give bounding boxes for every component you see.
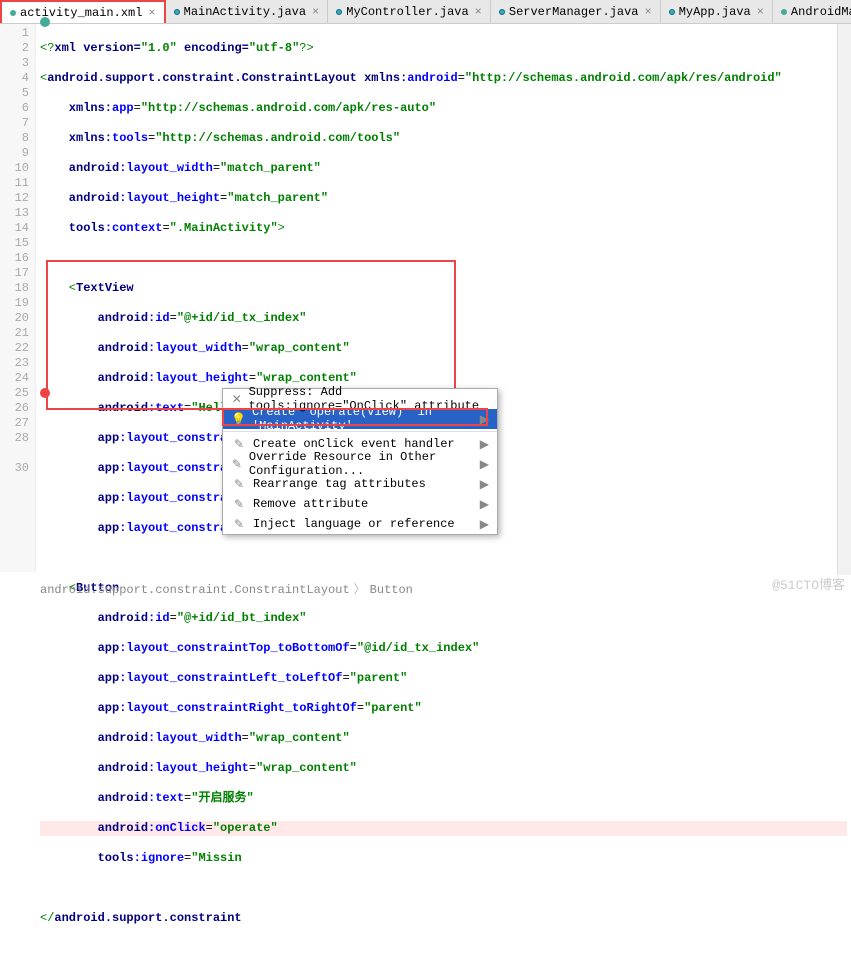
close-icon[interactable]: × xyxy=(757,5,764,19)
menu-create-operate[interactable]: 💡Create 'operate(View)' in 'MainActivity… xyxy=(223,409,497,429)
xml-icon xyxy=(781,9,787,15)
tab-manifest[interactable]: AndroidManifest.xml× xyxy=(773,0,851,23)
close-icon[interactable]: × xyxy=(312,5,319,19)
menu-inject-lang[interactable]: ✎Inject language or reference▶ xyxy=(223,514,497,534)
close-icon[interactable]: × xyxy=(645,5,652,19)
watermark: @51CTO博客 xyxy=(772,574,845,593)
wand-icon: ✎ xyxy=(231,517,247,532)
wand-icon: ✎ xyxy=(231,437,247,452)
chevron-right-icon: ▶ xyxy=(480,457,489,472)
close-icon[interactable]: × xyxy=(148,6,155,20)
java-icon xyxy=(669,9,675,15)
error-gutter-icon[interactable] xyxy=(40,388,50,398)
menu-remove-attr[interactable]: ✎Remove attribute▶ xyxy=(223,494,497,514)
chevron-right-icon: ▶ xyxy=(480,437,489,452)
tab-activity-main[interactable]: activity_main.xml× xyxy=(0,0,166,23)
java-icon xyxy=(336,9,342,15)
chevron-right-icon: ▶ xyxy=(480,412,489,427)
java-icon xyxy=(174,9,180,15)
line-gutter: 1234567891011121314151617181920212223242… xyxy=(0,24,36,572)
chevron-right-icon: ▶ xyxy=(480,477,489,492)
bulb-icon: 💡 xyxy=(231,412,246,427)
wand-icon: ✎ xyxy=(231,477,247,492)
menu-override-resource[interactable]: ✎Override Resource in Other Configuratio… xyxy=(223,454,497,474)
xml-icon xyxy=(10,10,16,16)
tab-servermanager[interactable]: ServerManager.java× xyxy=(491,0,661,23)
close-icon[interactable]: × xyxy=(475,5,482,19)
tab-mainactivity[interactable]: MainActivity.java× xyxy=(166,0,329,23)
tab-mycontroller[interactable]: MyController.java× xyxy=(328,0,491,23)
chevron-right-icon: ▶ xyxy=(480,497,489,512)
wand-icon: ✎ xyxy=(231,497,247,512)
close-icon: ✕ xyxy=(231,392,243,407)
chevron-right-icon: ▶ xyxy=(480,517,489,532)
tab-myapp[interactable]: MyApp.java× xyxy=(661,0,773,23)
intention-menu: ✕Suppress: Add tools:ignore="OnClick" at… xyxy=(222,388,498,535)
java-icon xyxy=(499,9,505,15)
vertical-scrollbar[interactable] xyxy=(837,24,851,575)
breadcrumb[interactable]: android.support.constraint.ConstraintLay… xyxy=(40,580,413,597)
wand-icon: ✎ xyxy=(231,457,243,472)
editor-tabs: activity_main.xml× MainActivity.java× My… xyxy=(0,0,851,24)
